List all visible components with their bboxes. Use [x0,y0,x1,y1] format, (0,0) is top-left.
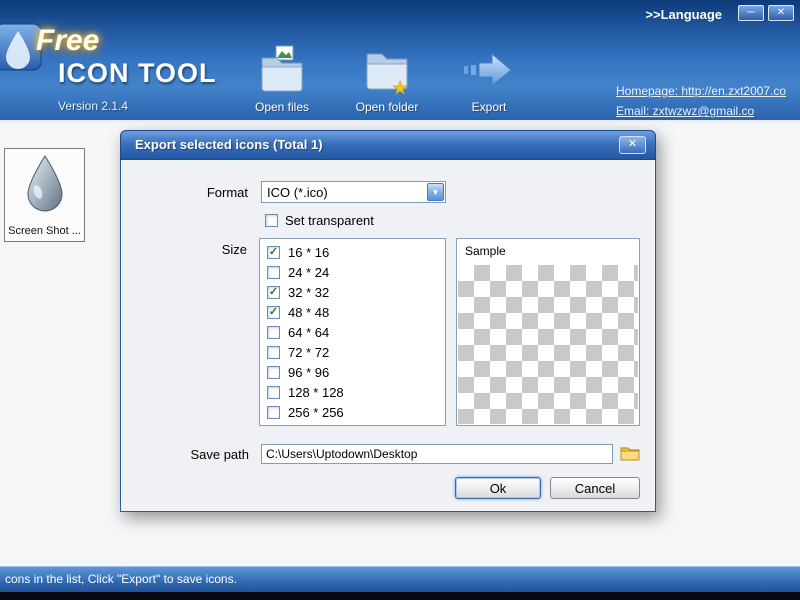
dialog-close-icon[interactable]: ✕ [619,136,646,154]
size-checkbox[interactable]: ✓ [267,285,280,299]
dialog-body: Format ICO (*.ico) ▼ Set transparent Siz… [120,160,656,512]
window-controls: ─ ✕ [738,5,794,21]
app-window: >>Language ─ ✕ Free ICON TOOL Version 2.… [0,0,800,600]
open-folder-icon: ★ [339,42,435,98]
size-checkbox[interactable] [267,405,280,419]
size-label: Size [221,242,247,257]
close-icon[interactable]: ✕ [768,5,794,21]
chevron-down-icon[interactable]: ▼ [427,183,444,201]
save-path-label: Save path [190,447,249,462]
dialog-title-bar[interactable]: Export selected icons (Total 1) ✕ [120,130,656,160]
size-option-label: 256 * 256 [288,404,344,420]
svg-text:★: ★ [392,78,408,98]
language-menu[interactable]: >>Language [645,7,722,22]
open-folder-label: Open folder [355,100,419,114]
size-option[interactable]: ✓ 48 * 48 [260,302,445,322]
size-option-label: 16 * 16 [288,244,330,260]
size-list[interactable]: ✓ 16 * 16 24 * 24 ✓ 32 * 32 ✓ 48 * 48 64 * 64 72… [259,238,446,426]
size-checkbox[interactable] [267,345,280,359]
size-checkbox[interactable] [267,325,280,339]
export-dialog: Export selected icons (Total 1) ✕ Format… [120,130,656,512]
format-label: Format [206,185,248,200]
transparency-checker-preview [458,265,638,424]
cancel-button[interactable]: Cancel [550,477,640,499]
status-bar: cons in the list, Click "Export" to save… [0,566,800,592]
size-option-label: 72 * 72 [288,344,330,360]
size-option[interactable]: 64 * 64 [260,322,445,342]
browse-folder-icon[interactable] [619,444,641,464]
size-checkbox[interactable] [267,365,280,379]
version-label: Version 2.1.4 [58,99,129,113]
open-folder-button[interactable]: ★ Open folder [339,42,435,114]
sample-label: Sample [465,244,506,258]
save-path-input[interactable] [261,444,613,464]
header: >>Language ─ ✕ Free ICON TOOL Version 2.… [0,0,800,120]
size-option-label: 48 * 48 [288,304,330,320]
size-checkbox[interactable] [267,265,280,279]
size-option[interactable]: 256 * 256 [260,402,445,422]
export-icon [441,42,537,98]
size-option[interactable]: ✓ 32 * 32 [260,282,445,302]
size-option-label: 64 * 64 [288,324,330,340]
bottom-border-bar [0,592,800,600]
open-files-button[interactable]: Open files [234,42,330,114]
size-option-label: 32 * 32 [288,284,330,300]
icon-thumbnail[interactable]: Screen Shot ... [4,148,85,242]
water-drop-image [26,155,63,212]
size-option[interactable]: 72 * 72 [260,342,445,362]
size-option-label: 96 * 96 [288,364,330,380]
export-button[interactable]: Export [441,42,537,114]
format-selected-value: ICO (*.ico) [267,185,328,200]
format-dropdown[interactable]: ICO (*.ico) ▼ [261,181,446,203]
minimize-icon[interactable]: ─ [738,5,764,21]
open-files-icon [234,42,330,98]
homepage-link[interactable]: Homepage: http://en.zxt2007.co [616,84,800,98]
size-checkbox[interactable]: ✓ [267,245,280,259]
header-links: Homepage: http://en.zxt2007.co Email: zx… [616,84,800,124]
email-link[interactable]: Email: zxtwzwz@gmail.co [616,104,800,118]
size-option-label: 128 * 128 [288,384,344,400]
logo-text-free: Free [36,24,100,57]
size-checkbox[interactable]: ✓ [267,305,280,319]
export-label: Export [471,100,507,114]
size-checkbox[interactable] [267,385,280,399]
set-transparent-label: Set transparent [285,213,374,228]
sample-panel: Sample [456,238,640,426]
dialog-title: Export selected icons (Total 1) [135,137,323,152]
size-option[interactable]: 128 * 128 [260,382,445,402]
size-option[interactable]: 24 * 24 [260,262,445,282]
ok-button[interactable]: Ok [455,477,541,499]
logo-text-icon-tool: ICON TOOL [58,58,217,88]
size-option[interactable]: 96 * 96 [260,362,445,382]
thumbnail-label: Screen Shot ... [8,225,81,237]
set-transparent-checkbox[interactable] [265,214,278,227]
open-files-label: Open files [254,100,310,114]
set-transparent-option[interactable]: Set transparent [265,213,374,228]
size-option[interactable]: ✓ 16 * 16 [260,242,445,262]
status-text: cons in the list, Click "Export" to save… [5,572,237,586]
size-option-label: 24 * 24 [288,264,330,280]
